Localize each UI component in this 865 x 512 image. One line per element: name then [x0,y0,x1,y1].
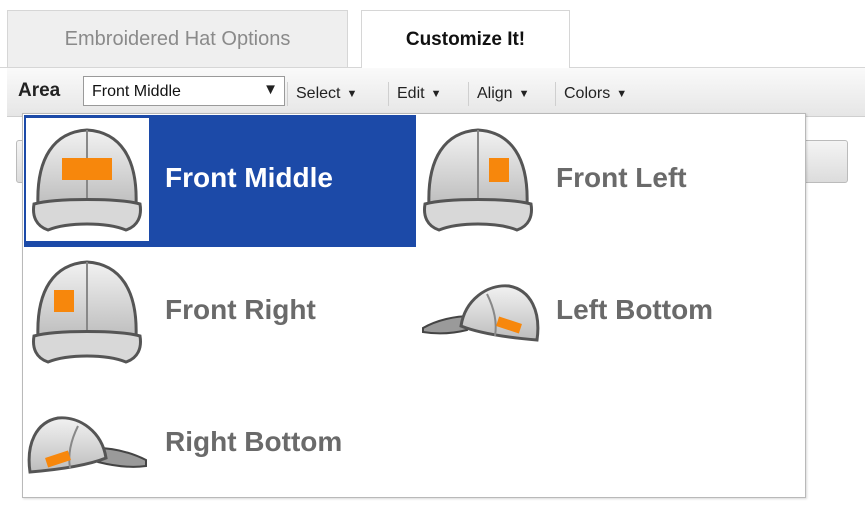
option-label: Front Right [165,294,316,325]
tab-customize-it[interactable]: Customize It! [361,10,570,69]
option-front-right[interactable]: Front Right [24,247,416,379]
option-front-left[interactable]: Front Left [415,115,807,247]
edit-menu[interactable]: Edit ▼ [388,82,447,106]
option-label: Left Bottom [556,294,714,325]
menu-label: Select [296,85,341,102]
option-label: Front Middle [165,162,333,193]
tab-label: Customize It! [405,29,526,50]
caret-down-icon: ▼ [346,88,358,100]
cap-front-middle-icon [26,118,149,241]
colors-menu[interactable]: Colors ▼ [555,82,633,106]
area-dropdown-list: Front Middle Front Left Front Right Left… [22,113,806,498]
area-label: Area [18,80,61,101]
area-select-value: Front Middle [92,83,181,100]
tab-embroidered-hat-options[interactable]: Embroidered Hat Options [7,10,348,68]
option-right-bottom[interactable]: Right Bottom [24,379,416,511]
customize-toolbar: Area Front Middle ▼ Select ▼ Edit ▼ Alig… [7,68,865,117]
area-select[interactable]: Front Middle ▼ [83,76,285,106]
tab-label: Embroidered Hat Options [64,28,291,50]
cap-front-right-icon [26,250,149,373]
caret-down-icon: ▼ [616,88,628,100]
menu-label: Align [477,85,513,102]
cap-front-left-icon [417,118,540,241]
caret-down-icon: ▼ [518,88,530,100]
option-label: Right Bottom [165,426,343,457]
option-left-bottom[interactable]: Left Bottom [415,247,807,379]
chevron-down-icon: ▼ [263,81,278,98]
cap-left-side-icon [417,250,540,373]
caret-down-icon: ▼ [430,88,442,100]
menu-label: Edit [397,85,425,102]
tab-bar: Embroidered Hat Options Customize It! [0,0,865,69]
menu-label: Colors [564,85,611,102]
cap-right-side-icon [26,382,149,505]
align-menu[interactable]: Align ▼ [468,82,535,106]
select-menu[interactable]: Select ▼ [287,82,363,106]
option-front-middle[interactable]: Front Middle [24,115,416,247]
option-label: Front Left [556,162,687,193]
